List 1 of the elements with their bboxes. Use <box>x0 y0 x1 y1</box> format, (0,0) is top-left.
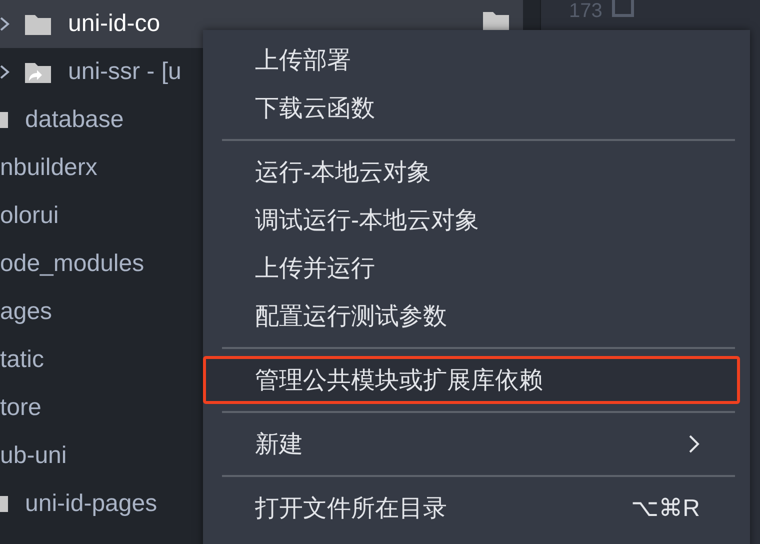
shortcut-label: ⌥⌘R <box>631 494 700 522</box>
